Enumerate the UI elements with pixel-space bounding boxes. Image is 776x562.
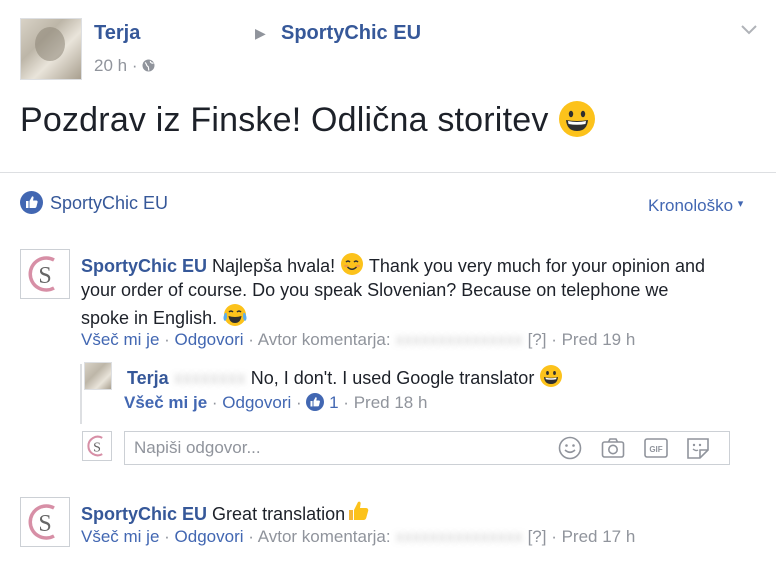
reply-action[interactable]: Odgovori (222, 393, 291, 412)
like-count[interactable]: 1 (329, 393, 338, 412)
like-icon (20, 191, 43, 214)
sort-label: Kronološko (648, 196, 734, 215)
camera-icon[interactable] (600, 435, 626, 461)
sticker-icon[interactable] (685, 435, 711, 461)
comment-time[interactable]: Pred 17 h (562, 527, 636, 546)
post-time[interactable]: 20 h (94, 56, 127, 75)
reply-author-avatar[interactable] (84, 362, 112, 390)
comment-actions: Všeč mi je · Odgovori · Avtor komentarja… (81, 330, 636, 349)
reply-placeholder: Napiši odgovor... (134, 438, 261, 457)
svg-text:S: S (93, 440, 101, 455)
comment-body: SportyChic EU Najlepša hvala! Thank you … (81, 252, 761, 330)
gif-icon[interactable]: GIF (643, 435, 669, 461)
author-avatar[interactable] (20, 18, 82, 80)
liked-by-name[interactable]: SportyChic EU (50, 193, 168, 214)
post-message: Pozdrav iz Finske! Odlična storitev (20, 100, 596, 140)
post-author-name[interactable]: Terja (94, 22, 140, 45)
chevron-down-icon[interactable] (738, 18, 760, 40)
svg-text:S: S (38, 511, 51, 537)
reply-time[interactable]: Pred 18 h (354, 393, 428, 412)
redacted-name: xxxxxxxxxxxxxxx (395, 527, 523, 546)
svg-text:GIF: GIF (649, 445, 662, 454)
comment-text: Great translation (212, 504, 346, 524)
svg-text:S: S (38, 263, 51, 289)
post-message-text: Pozdrav iz Finske! Odlična storitev (20, 101, 549, 139)
reply-author[interactable]: Terja (127, 368, 169, 388)
grinning-emoji-icon (540, 365, 563, 387)
post-target-page[interactable]: SportyChic EU (281, 22, 421, 45)
like-action[interactable]: Všeč mi je (124, 393, 207, 412)
composer-avatar: S (82, 431, 112, 461)
hidden-marker[interactable]: [?] (528, 527, 547, 546)
like-action[interactable]: Všeč mi je (81, 330, 159, 349)
emoji-picker-icon[interactable] (557, 435, 583, 461)
comment-actions: Všeč mi je · Odgovori · Avtor komentarja… (81, 527, 636, 546)
comment-author[interactable]: SportyChic EU (81, 256, 207, 276)
commenter-avatar[interactable]: S (20, 497, 70, 547)
comment-body: SportyChic EU Great translation (81, 498, 371, 526)
grinning-emoji-icon (559, 101, 596, 137)
comment-text-2: your order of course. Do you speak Slove… (81, 280, 669, 300)
comment-text-1: Najlepša hvala! (212, 256, 336, 276)
comment-text-1b: Thank you very much for your opinion and (368, 256, 706, 276)
redacted-surname: xxxxxxxx (173, 368, 246, 388)
comment-text-3: spoke in English. (81, 308, 218, 328)
commenter-avatar[interactable]: S (20, 249, 70, 299)
like-action[interactable]: Všeč mi je (81, 527, 159, 546)
comment-time[interactable]: Pred 19 h (562, 330, 636, 349)
reply-thread-line (80, 364, 82, 424)
sort-dropdown[interactable]: Kronološko ▾ (648, 196, 743, 216)
globe-icon (142, 59, 155, 72)
comment-author[interactable]: SportyChic EU (81, 504, 207, 524)
reply-body: Terja xxxxxxxx No, I don't. I used Googl… (127, 364, 563, 390)
redacted-name: xxxxxxxxxxxxxxx (395, 330, 523, 349)
tears-of-joy-emoji-icon (223, 304, 247, 326)
reply-action[interactable]: Odgovori (175, 330, 244, 349)
caret-down-icon: ▾ (737, 198, 744, 210)
section-divider (0, 172, 776, 173)
thumbs-up-emoji-icon (349, 501, 369, 520)
arrow-right-icon: ▶ (255, 25, 266, 41)
reply-actions: Všeč mi je · Odgovori · 1 · Pred 18 h (124, 393, 428, 412)
smiling-blush-emoji-icon (341, 253, 364, 275)
like-count-icon (306, 393, 325, 411)
author-label: Avtor komentarja: (257, 527, 391, 546)
reply-action[interactable]: Odgovori (175, 527, 244, 546)
post-meta: 20 h · (94, 56, 155, 76)
author-label: Avtor komentarja: (257, 330, 391, 349)
hidden-marker[interactable]: [?] (528, 330, 547, 349)
reply-text: No, I don't. I used Google translator (250, 368, 535, 388)
meta-separator: · (131, 56, 138, 75)
composer-tools: GIF (557, 435, 711, 466)
